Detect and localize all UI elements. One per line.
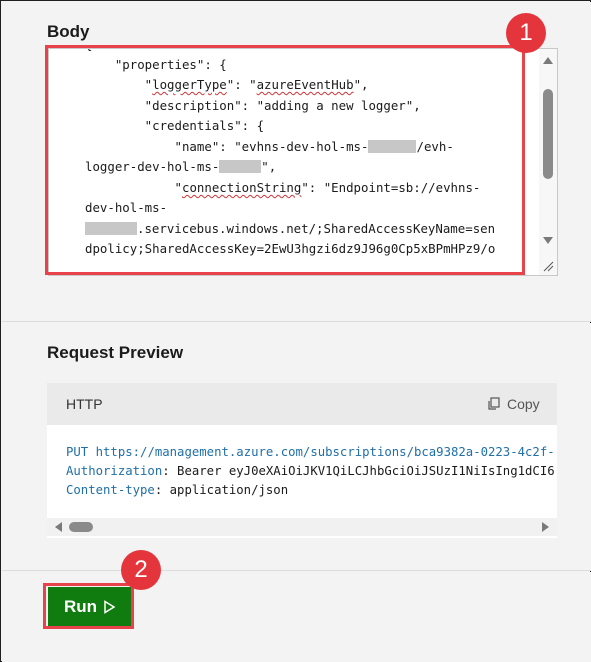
- copy-label: Copy: [507, 396, 540, 412]
- horizontal-scrollbar[interactable]: [47, 518, 557, 536]
- header-name: Content-type: [66, 483, 155, 497]
- request-preview-title: Request Preview: [47, 343, 184, 362]
- request-preview-code[interactable]: PUT https://management.azure.com/subscri…: [66, 443, 554, 500]
- request-url: https://management.azure.com/subscriptio…: [95, 445, 554, 459]
- header-value: : application/json: [154, 483, 289, 497]
- scroll-left-icon[interactable]: [55, 522, 62, 532]
- header-name: Authorization: [66, 464, 163, 478]
- body-title: Body: [47, 22, 90, 41]
- scroll-thumb[interactable]: [543, 89, 553, 179]
- copy-icon: [488, 397, 500, 410]
- http-method: PUT: [66, 445, 89, 459]
- resize-grip-icon[interactable]: [542, 260, 554, 272]
- scroll-up-icon[interactable]: [543, 57, 553, 64]
- scroll-down-icon[interactable]: [543, 237, 553, 244]
- callout-badge-1: 1: [506, 13, 546, 53]
- header-value: : Bearer eyJ0eXAiOiJKV1QiLCJhbGciOiJSUzI…: [162, 464, 554, 478]
- request-preview-card: HTTP Copy PUT https://management.azure.c…: [47, 383, 557, 538]
- body-highlight: [45, 45, 525, 275]
- preview-header: HTTP Copy: [47, 383, 557, 425]
- language-label: HTTP: [66, 396, 103, 412]
- copy-button[interactable]: Copy: [487, 396, 540, 412]
- callout-badge-2: 2: [121, 550, 161, 590]
- run-highlight: [43, 583, 134, 629]
- scroll-thumb[interactable]: [69, 522, 93, 532]
- vertical-scrollbar[interactable]: [539, 49, 557, 275]
- scroll-right-icon[interactable]: [542, 522, 549, 532]
